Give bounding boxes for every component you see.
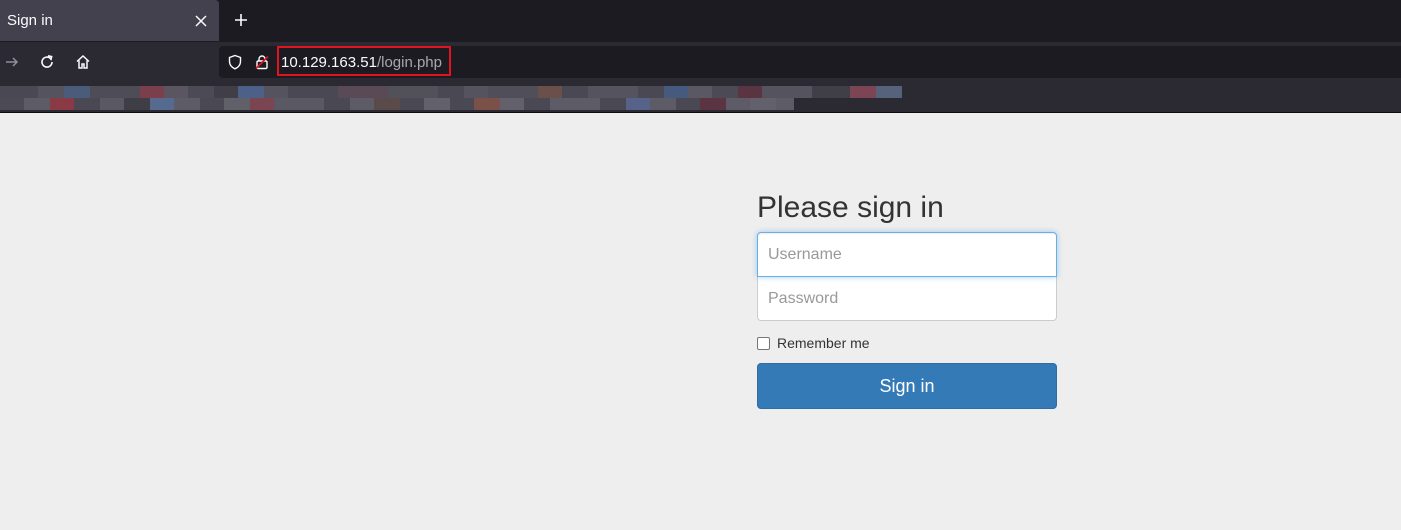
close-icon[interactable] — [191, 11, 211, 31]
url-path: /login.php — [376, 54, 442, 71]
shield-icon[interactable] — [227, 54, 243, 70]
browser-tab-bar: Sign in — [0, 0, 1401, 42]
home-icon[interactable] — [73, 52, 93, 72]
insecure-lock-icon[interactable] — [254, 54, 270, 70]
reload-icon[interactable] — [37, 52, 57, 72]
tab-title: Sign in — [7, 12, 53, 29]
url-text[interactable]: 10.129.163.51/login.php — [281, 54, 442, 71]
page-content: Please sign in Remember me Sign in — [0, 114, 1401, 530]
browser-nav-bar: 10.129.163.51/login.php — [0, 42, 1401, 82]
address-bar[interactable]: 10.129.163.51/login.php — [219, 46, 1401, 78]
signin-form: Please sign in Remember me Sign in — [757, 188, 1057, 409]
url-host: 10.129.163.51 — [281, 54, 377, 71]
password-input[interactable] — [757, 276, 1057, 321]
browser-tab[interactable]: Sign in — [0, 0, 219, 41]
form-heading: Please sign in — [757, 191, 944, 224]
arrow-right-icon[interactable] — [2, 52, 22, 72]
remember-me[interactable]: Remember me — [757, 335, 1057, 351]
remember-me-label: Remember me — [777, 335, 870, 351]
remember-me-checkbox[interactable] — [757, 336, 770, 350]
redacted-bookmarks — [0, 86, 909, 110]
plus-icon[interactable] — [231, 10, 251, 30]
signin-button[interactable]: Sign in — [757, 363, 1057, 409]
username-input[interactable] — [757, 232, 1057, 277]
bookmarks-toolbar — [0, 82, 1401, 113]
